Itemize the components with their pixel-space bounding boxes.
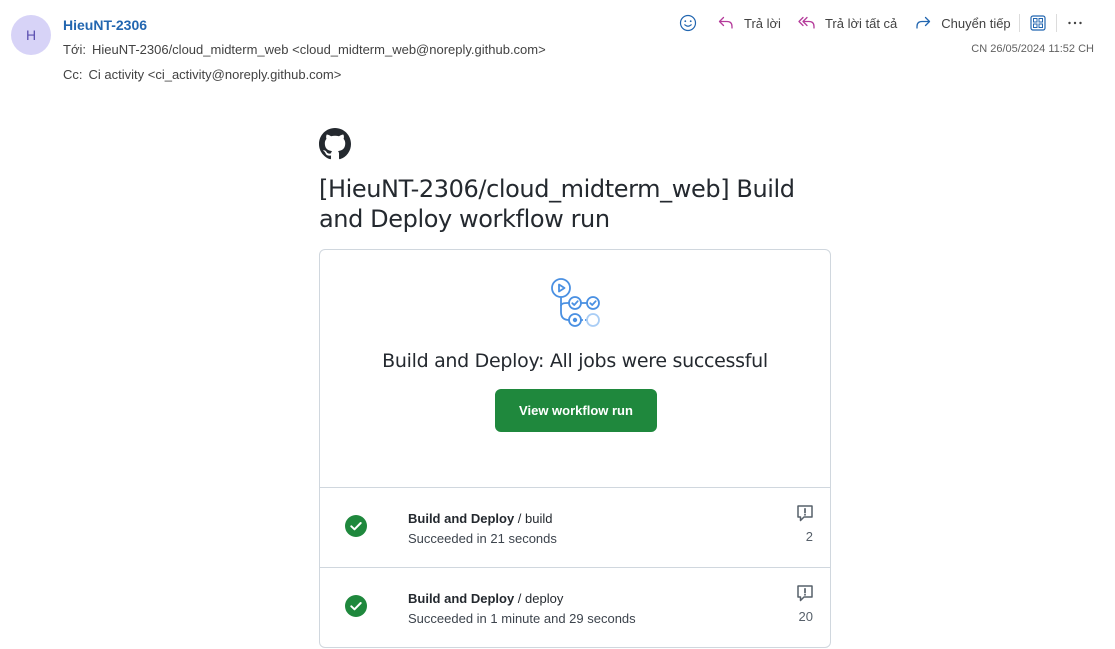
job-separator: /: [514, 511, 526, 526]
toolbar-divider: [1055, 14, 1057, 32]
toolbar-divider: [1018, 14, 1020, 32]
forward-label: Chuyển tiếp: [941, 15, 1011, 31]
reply-all-label: Trả lời tất cả: [824, 15, 898, 31]
job-status: Succeeded in 1 minute and 29 seconds: [408, 611, 636, 626]
job-separator: /: [514, 591, 526, 606]
cc-label: Cc:: [63, 67, 83, 82]
workflow-summary: Build and Deploy: All jobs were successf…: [320, 250, 830, 488]
workflow-card: Build and Deploy: All jobs were successf…: [319, 249, 831, 648]
job-name: Build and Deploy / deploy: [408, 591, 563, 606]
to-label: Tới:: [63, 42, 86, 57]
job-title: build: [525, 511, 553, 526]
reply-icon: [718, 16, 733, 29]
cc-recipient[interactable]: Ci activity <ci_activity@noreply.github.…: [89, 67, 342, 82]
cc-line: Cc: Ci activity <ci_activity@noreply.gith…: [63, 67, 341, 82]
annotation-count: 20: [798, 609, 813, 624]
success-check-icon: [345, 515, 367, 537]
workflow-result-heading: Build and Deploy: All jobs were successf…: [382, 350, 768, 372]
reply-button[interactable]: Trả lời: [716, 13, 781, 33]
annotation-count: 2: [805, 529, 813, 544]
avatar[interactable]: H: [11, 15, 51, 55]
avatar-initial: H: [25, 27, 37, 43]
sender-name[interactable]: HieuNT-2306: [63, 17, 147, 33]
sent-datetime: CN 26/05/2024 11:52 CH: [971, 43, 1094, 55]
emoji-icon: [679, 14, 697, 32]
job-status: Succeeded in 21 seconds: [408, 531, 557, 546]
more-actions-button[interactable]: [1065, 13, 1085, 33]
job-workflow: Build and Deploy: [408, 591, 515, 606]
view-workflow-run-button[interactable]: View workflow run: [495, 389, 657, 432]
success-check-icon: [345, 595, 367, 617]
message-toolbar: Trả lời Trả lời tất cả Chuyển tiếp: [678, 12, 1085, 34]
github-logo-icon: [319, 128, 351, 160]
apps-grid-icon: [1030, 15, 1046, 31]
annotation-icon: [797, 585, 813, 602]
apps-button[interactable]: [1028, 13, 1048, 33]
email-body: [HieuNT-2306/cloud_midterm_web] Build an…: [319, 128, 831, 234]
forward-button[interactable]: Chuyển tiếp: [913, 13, 1011, 33]
job-name: Build and Deploy / build: [408, 511, 552, 526]
more-icon: [1067, 21, 1082, 25]
reply-all-icon: [798, 16, 815, 29]
workflow-icon: [551, 278, 600, 327]
reply-label: Trả lời: [744, 15, 781, 31]
reply-all-button[interactable]: Trả lời tất cả: [797, 13, 897, 33]
to-recipient[interactable]: HieuNT-2306/cloud_midterm_web <cloud_mid…: [92, 42, 546, 57]
annotation-icon: [797, 505, 813, 522]
job-row[interactable]: Build and Deploy / build Succeeded in 21…: [320, 488, 830, 568]
to-line: Tới: HieuNT-2306/cloud_midterm_web <cloud…: [63, 42, 546, 57]
job-title: deploy: [525, 591, 564, 606]
job-workflow: Build and Deploy: [408, 511, 515, 526]
emoji-react-button[interactable]: [678, 13, 698, 33]
email-title: [HieuNT-2306/cloud_midterm_web] Build an…: [319, 175, 795, 233]
forward-icon: [916, 16, 931, 29]
job-row[interactable]: Build and Deploy / deploy Succeeded in 1…: [320, 568, 830, 648]
